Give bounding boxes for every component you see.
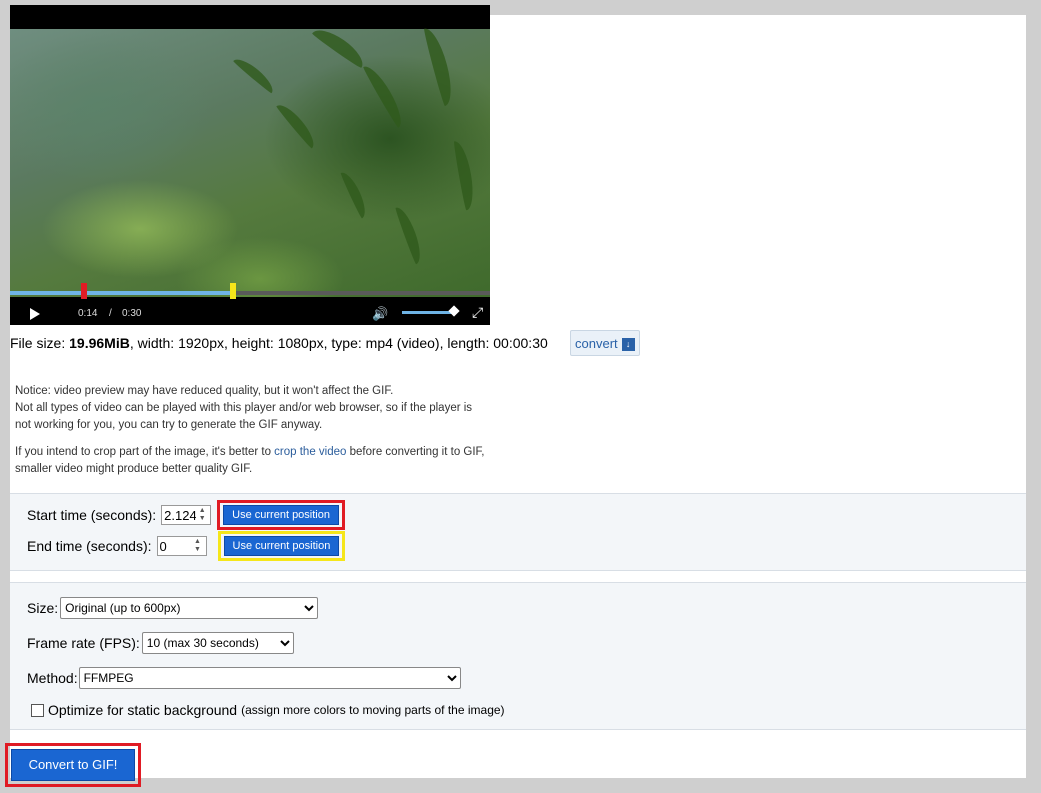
start-use-current-button[interactable]: Use current position	[223, 505, 339, 525]
file-details: , width: 1920px, height: 1080px, type: m…	[129, 335, 548, 351]
end-time-label: End time (seconds):	[27, 538, 152, 554]
start-time-value: 2.124	[164, 507, 197, 523]
size-select[interactable]: Original (up to 600px)	[60, 597, 319, 619]
end-time-value: 0	[159, 538, 167, 554]
method-row: Method: FFMPEG	[27, 667, 461, 689]
seek-bar[interactable]	[10, 283, 490, 299]
crop-video-link[interactable]: crop the video	[274, 446, 346, 458]
fps-row: Frame rate (FPS): 10 (max 30 seconds)	[27, 632, 294, 654]
end-time-row: End time (seconds): 0 ▲ ▼ Use current pos…	[27, 531, 346, 561]
method-select[interactable]: FFMPEG	[78, 667, 461, 689]
seek-progress	[10, 291, 231, 295]
file-info: File size: 19.96MiB, width: 1920px, heig…	[10, 335, 548, 351]
size-label: Size:	[27, 600, 59, 616]
download-arrow-icon: ↓	[621, 338, 635, 351]
start-marker[interactable]	[81, 283, 88, 299]
start-time-label: Start time (seconds):	[27, 507, 157, 523]
volume-icon[interactable]: 🔊	[372, 306, 388, 322]
play-icon[interactable]	[30, 308, 40, 320]
notice-text: Notice: video preview may have reduced q…	[15, 383, 515, 488]
stepper-icon[interactable]: ▲ ▼	[196, 507, 208, 523]
end-marker[interactable]	[230, 283, 237, 299]
file-size-value: 19.96MiB	[69, 335, 130, 351]
notice-line: not working for you, you can try to gene…	[15, 419, 323, 431]
notice-line: Notice: video preview may have reduced q…	[15, 385, 394, 397]
highlight-red-convert: Convert to GIF!	[5, 743, 141, 787]
method-label: Method:	[27, 670, 78, 686]
optimize-note: (assign more colors to moving parts of t…	[241, 703, 505, 717]
file-size-label: File size:	[10, 335, 70, 351]
crop-text: smaller video might produce better quali…	[15, 463, 253, 475]
optimize-label[interactable]: Optimize for static background	[48, 702, 237, 718]
highlight-red: Use current position	[217, 500, 345, 530]
end-use-current-button[interactable]: Use current position	[223, 536, 340, 556]
convert-link-label: convert	[575, 336, 618, 351]
player-controls: 0:14 / 0:30 🔊 ⤢	[10, 283, 490, 325]
time-separator: /	[109, 308, 112, 319]
stepper-icon[interactable]: ▲ ▼	[192, 538, 204, 554]
size-row: Size: Original (up to 600px)	[27, 597, 319, 619]
optimize-row: Optimize for static background (assign m…	[31, 702, 505, 718]
current-time: 0:14	[78, 308, 98, 319]
video-frame[interactable]	[10, 23, 490, 297]
volume-slider[interactable]	[402, 311, 453, 314]
convert-to-gif-button[interactable]: Convert to GIF!	[11, 749, 135, 781]
video-player[interactable]: 0:14 / 0:30 🔊 ⤢	[10, 5, 490, 325]
optimize-checkbox[interactable]	[31, 703, 44, 717]
convert-link[interactable]: convert ↓	[570, 330, 640, 356]
volume-knob[interactable]	[448, 305, 460, 317]
fullscreen-icon[interactable]: ⤢	[472, 304, 483, 321]
notice-line: Not all types of video can be played wit…	[15, 402, 473, 414]
highlight-yellow: Use current position	[217, 531, 346, 561]
crop-text: before converting it to GIF,	[346, 446, 485, 458]
start-time-input[interactable]: 2.124 ▲ ▼	[161, 505, 212, 525]
fps-select[interactable]: 10 (max 30 seconds)	[141, 632, 294, 654]
crop-text: If you intend to crop part of the image,…	[15, 446, 275, 458]
start-time-row: Start time (seconds): 2.124 ▲ ▼ Use curre…	[27, 500, 345, 530]
duration: 0:30	[122, 308, 142, 319]
fps-label: Frame rate (FPS):	[27, 635, 140, 651]
end-time-input[interactable]: 0 ▲ ▼	[156, 536, 207, 556]
